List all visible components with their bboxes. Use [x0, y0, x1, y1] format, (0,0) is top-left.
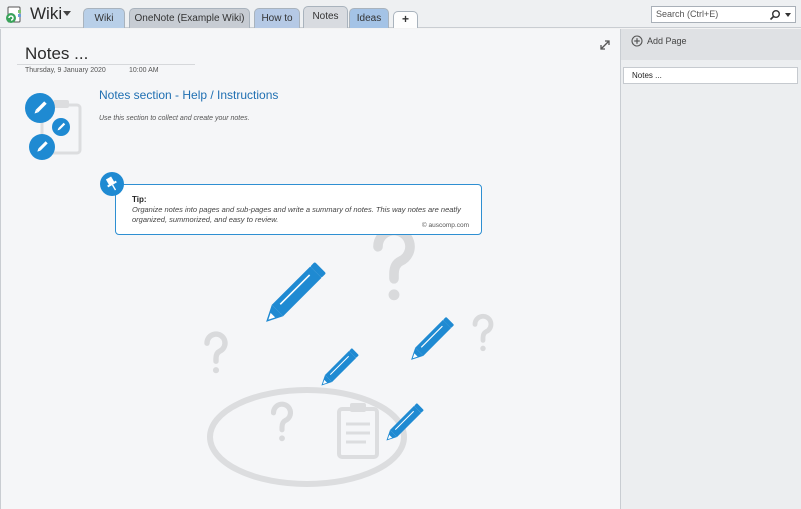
watermark-illustration: [25, 93, 620, 487]
title-bar: Wiki Wiki OneNote (Example Wiki) How to …: [0, 0, 801, 28]
tab-wiki[interactable]: Wiki: [83, 8, 125, 28]
pencil-icon: [406, 316, 455, 365]
search-placeholder: Search (Ctrl+E): [656, 9, 719, 19]
onenote-icon[interactable]: [5, 6, 23, 24]
section-description[interactable]: Use this section to collect and create y…: [99, 115, 250, 122]
tip-body: Organize notes into pages and sub-pages …: [132, 205, 461, 224]
page-list: Notes ...: [621, 60, 801, 509]
header-illustration: [25, 93, 82, 160]
tip-box[interactable]: Tip: Organize notes into pages and sub-p…: [115, 184, 482, 235]
page-title[interactable]: Notes ...: [25, 44, 88, 64]
question-mark-icon: [475, 316, 491, 351]
title-divider: [17, 64, 195, 65]
tip-credit-text: auscomp.com: [428, 222, 469, 229]
question-mark-icon: [207, 334, 225, 373]
search-scope-chevron-icon[interactable]: [785, 13, 791, 17]
tip-credit: © auscomp.com: [422, 222, 469, 229]
question-mark-icon: [273, 404, 290, 441]
add-section-button[interactable]: +: [393, 11, 418, 28]
expand-icon[interactable]: [599, 39, 611, 51]
page-list-item[interactable]: Notes ...: [623, 67, 798, 84]
tab-how-to[interactable]: How to: [254, 8, 300, 28]
copyright-icon: ©: [421, 222, 427, 229]
pencil-icon: [317, 347, 360, 390]
question-mark-icon: [378, 231, 410, 301]
notebook-title[interactable]: Wiki: [30, 4, 62, 24]
pencil-icon: [259, 261, 327, 329]
page-time: 10:00 AM: [129, 67, 159, 74]
search-input[interactable]: Search (Ctrl+E): [651, 6, 796, 23]
add-page-button[interactable]: Add Page: [631, 33, 687, 49]
tab-ideas[interactable]: Ideas: [349, 8, 389, 28]
clipboard-icon: [337, 403, 379, 459]
page-canvas[interactable]: Notes ... Thursday, 9 January 2020 10:00…: [0, 29, 620, 509]
page-date: Thursday, 9 January 2020: [25, 67, 106, 74]
search-icon[interactable]: [769, 9, 781, 21]
section-heading[interactable]: Notes section - Help / Instructions: [99, 88, 278, 102]
tip-label: Tip:: [132, 195, 147, 204]
chevron-down-icon[interactable]: [63, 11, 71, 16]
tab-notes[interactable]: Notes: [303, 6, 348, 28]
page-list-sidebar: Add Page Notes ...: [620, 29, 801, 509]
tab-onenote-example-wiki[interactable]: OneNote (Example Wiki): [129, 8, 250, 28]
pin-icon: [100, 172, 124, 196]
add-page-label: Add Page: [647, 36, 687, 46]
add-page-icon: [631, 35, 643, 47]
